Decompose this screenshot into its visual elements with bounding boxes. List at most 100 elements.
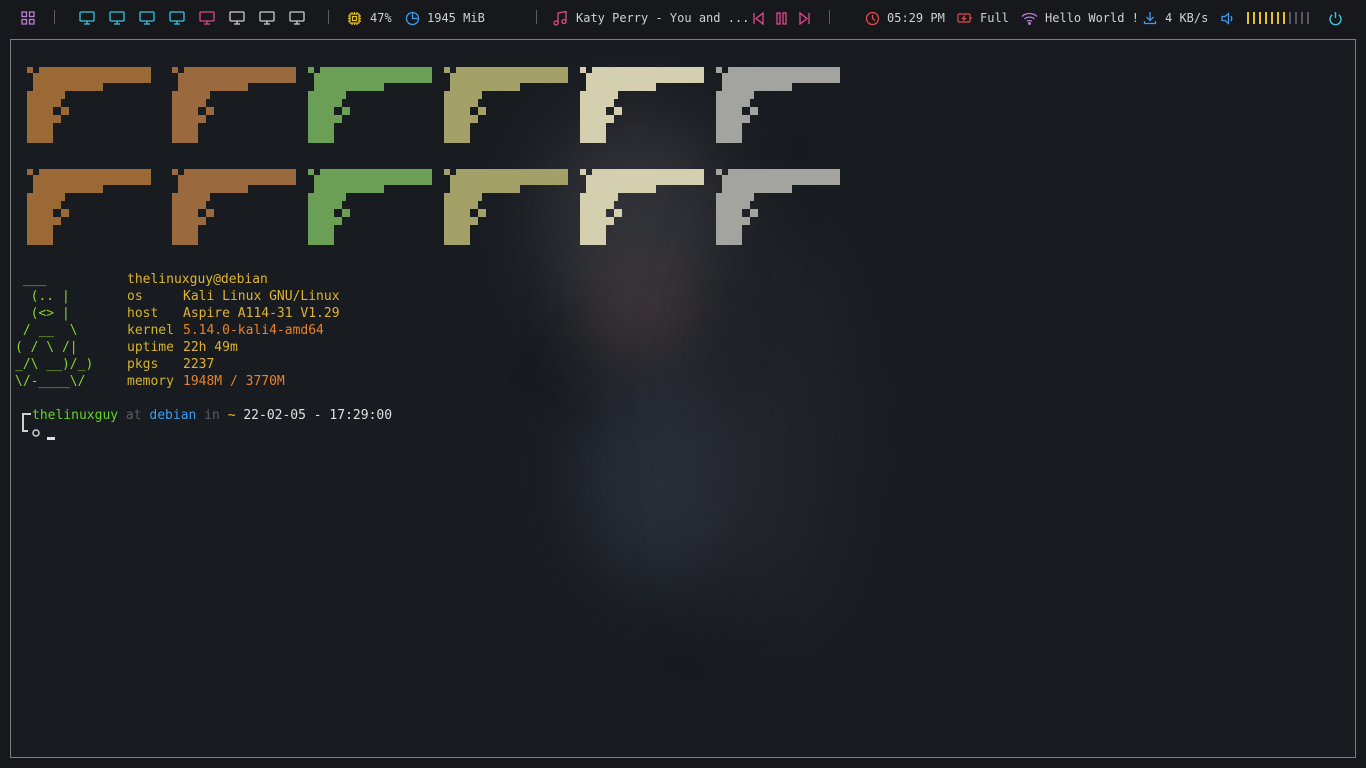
volume-segment xyxy=(1247,12,1249,24)
fetch-label: os xyxy=(127,289,143,304)
fetch-row: pkgs 2237 xyxy=(127,356,214,373)
workspace-5-active[interactable] xyxy=(199,0,215,36)
ascii-line: / __ \ xyxy=(15,323,78,338)
fetch-label: uptime xyxy=(127,340,174,355)
workspace-2[interactable] xyxy=(109,0,125,36)
terminal-cursor xyxy=(47,437,55,440)
fetch-row: host Aspire A114-31 V1.29 xyxy=(127,305,340,322)
workspace-6[interactable] xyxy=(229,0,245,36)
wifi-icon xyxy=(1021,12,1038,25)
ascii-line: \/-____\/ xyxy=(15,374,86,389)
memory-pie-icon xyxy=(405,11,420,26)
fetch-value: 2237 xyxy=(183,357,215,372)
network-speed-module: 4 KB/s xyxy=(1143,0,1208,36)
pixel-gun-icon xyxy=(308,67,432,143)
battery-icon xyxy=(957,12,973,24)
fetch-value: 5.14.0-kali4-amd64 xyxy=(183,323,324,338)
prompt-datetime: 22-02-05 - 17:29:00 xyxy=(243,408,393,423)
cpu-usage: 47% xyxy=(370,11,392,25)
wifi-module[interactable]: Hello World ! xyxy=(1021,0,1139,36)
wifi-ssid: Hello World ! xyxy=(1045,11,1139,25)
prev-track-button[interactable] xyxy=(752,0,765,36)
monitor-icon xyxy=(259,11,275,25)
fetch-label: kernel xyxy=(127,323,174,338)
music-module[interactable]: Katy Perry - You and ... xyxy=(553,0,749,36)
pixel-gun-icon xyxy=(27,67,151,143)
volume-icon xyxy=(1221,11,1235,25)
fetch-value: 22h 49m xyxy=(183,340,238,355)
fetch-row: memory 1948M / 3770M xyxy=(127,373,285,390)
wallpaper-figure-face xyxy=(601,270,691,360)
monitor-icon xyxy=(169,11,185,25)
pixel-gun-icon xyxy=(444,169,568,245)
download-icon xyxy=(1143,11,1157,25)
fetch-row: os Kali Linux GNU/Linux xyxy=(127,288,340,305)
pixel-gun-icon xyxy=(580,169,704,245)
volume-segment xyxy=(1289,12,1291,24)
pixel-gun-icon xyxy=(308,169,432,245)
monitor-icon xyxy=(79,11,95,25)
prompt-dir: ~ xyxy=(227,408,236,423)
workspace-1[interactable] xyxy=(79,0,95,36)
fetch-label: host xyxy=(127,306,159,321)
power-icon xyxy=(1329,11,1342,25)
pause-button[interactable] xyxy=(775,0,788,36)
ascii-line: (.. | xyxy=(15,289,70,304)
workspace-7[interactable] xyxy=(259,0,275,36)
fetch-label: pkgs xyxy=(127,357,159,372)
prev-track-icon xyxy=(753,11,764,25)
volume-segment xyxy=(1283,12,1285,24)
volume-segment xyxy=(1307,12,1309,24)
bar-divider xyxy=(829,10,830,24)
memory-module: 1945 MiB xyxy=(405,0,485,36)
battery-status: Full xyxy=(980,11,1009,25)
monitor-icon xyxy=(109,11,125,25)
prompt-user: thelinuxguy xyxy=(32,408,119,423)
top-bar: 47% 1945 MiB Katy Perry - You and ... 05… xyxy=(0,0,1366,36)
battery-module: Full xyxy=(957,0,1009,36)
music-note-icon xyxy=(553,10,567,26)
ascii-line: ___ xyxy=(15,272,47,287)
volume-segment xyxy=(1301,12,1303,24)
fetch-title: thelinuxguy@debian xyxy=(127,272,268,287)
monitor-icon xyxy=(139,11,155,25)
fetch-value: Aspire A114-31 V1.29 xyxy=(183,306,340,321)
clock-icon xyxy=(865,11,880,26)
next-track-icon xyxy=(799,11,810,25)
memory-usage: 1945 MiB xyxy=(427,11,485,25)
track-title: Katy Perry - You and ... xyxy=(576,11,750,25)
monitor-icon xyxy=(199,11,215,25)
apps-grid-icon[interactable] xyxy=(21,0,35,36)
fetch-label: memory xyxy=(127,374,174,389)
prompt-host: debian xyxy=(149,408,197,423)
workspace-8[interactable] xyxy=(289,0,305,36)
pixel-gun-icon xyxy=(172,169,296,245)
clock-time: 05:29 PM xyxy=(887,11,945,25)
volume-slider[interactable] xyxy=(1247,12,1309,24)
workspace-4[interactable] xyxy=(169,0,185,36)
fetch-value: 1948M / 3770M xyxy=(183,374,285,389)
network-speed: 4 KB/s xyxy=(1165,11,1209,25)
volume-segment xyxy=(1253,12,1255,24)
monitor-icon xyxy=(229,11,245,25)
workspace-3[interactable] xyxy=(139,0,155,36)
pixel-gun-icon xyxy=(716,169,840,245)
volume-segment xyxy=(1259,12,1261,24)
next-track-button[interactable] xyxy=(798,0,811,36)
monitor-icon xyxy=(289,11,305,25)
volume-segment xyxy=(1277,12,1279,24)
power-button[interactable] xyxy=(1328,0,1343,36)
volume-segment xyxy=(1265,12,1267,24)
terminal-window[interactable]: ___ (.. | (<> | / __ \ ( / \ /| _/\ __)/_)… xyxy=(10,39,1356,758)
volume-module[interactable] xyxy=(1221,0,1309,36)
fetch-row: uptime 22h 49m xyxy=(127,339,238,356)
ascii-line: _/\ __)/_) xyxy=(15,357,94,372)
pixel-gun-icon xyxy=(444,67,568,143)
cpu-module: 47% xyxy=(347,0,392,36)
ascii-line: (<> | xyxy=(15,306,70,321)
pixel-gun-icon xyxy=(580,67,704,143)
pixel-gun-icon xyxy=(716,67,840,143)
prompt-in: in xyxy=(204,408,220,423)
volume-segment xyxy=(1271,12,1273,24)
wallpaper-figure-arm xyxy=(711,220,851,640)
